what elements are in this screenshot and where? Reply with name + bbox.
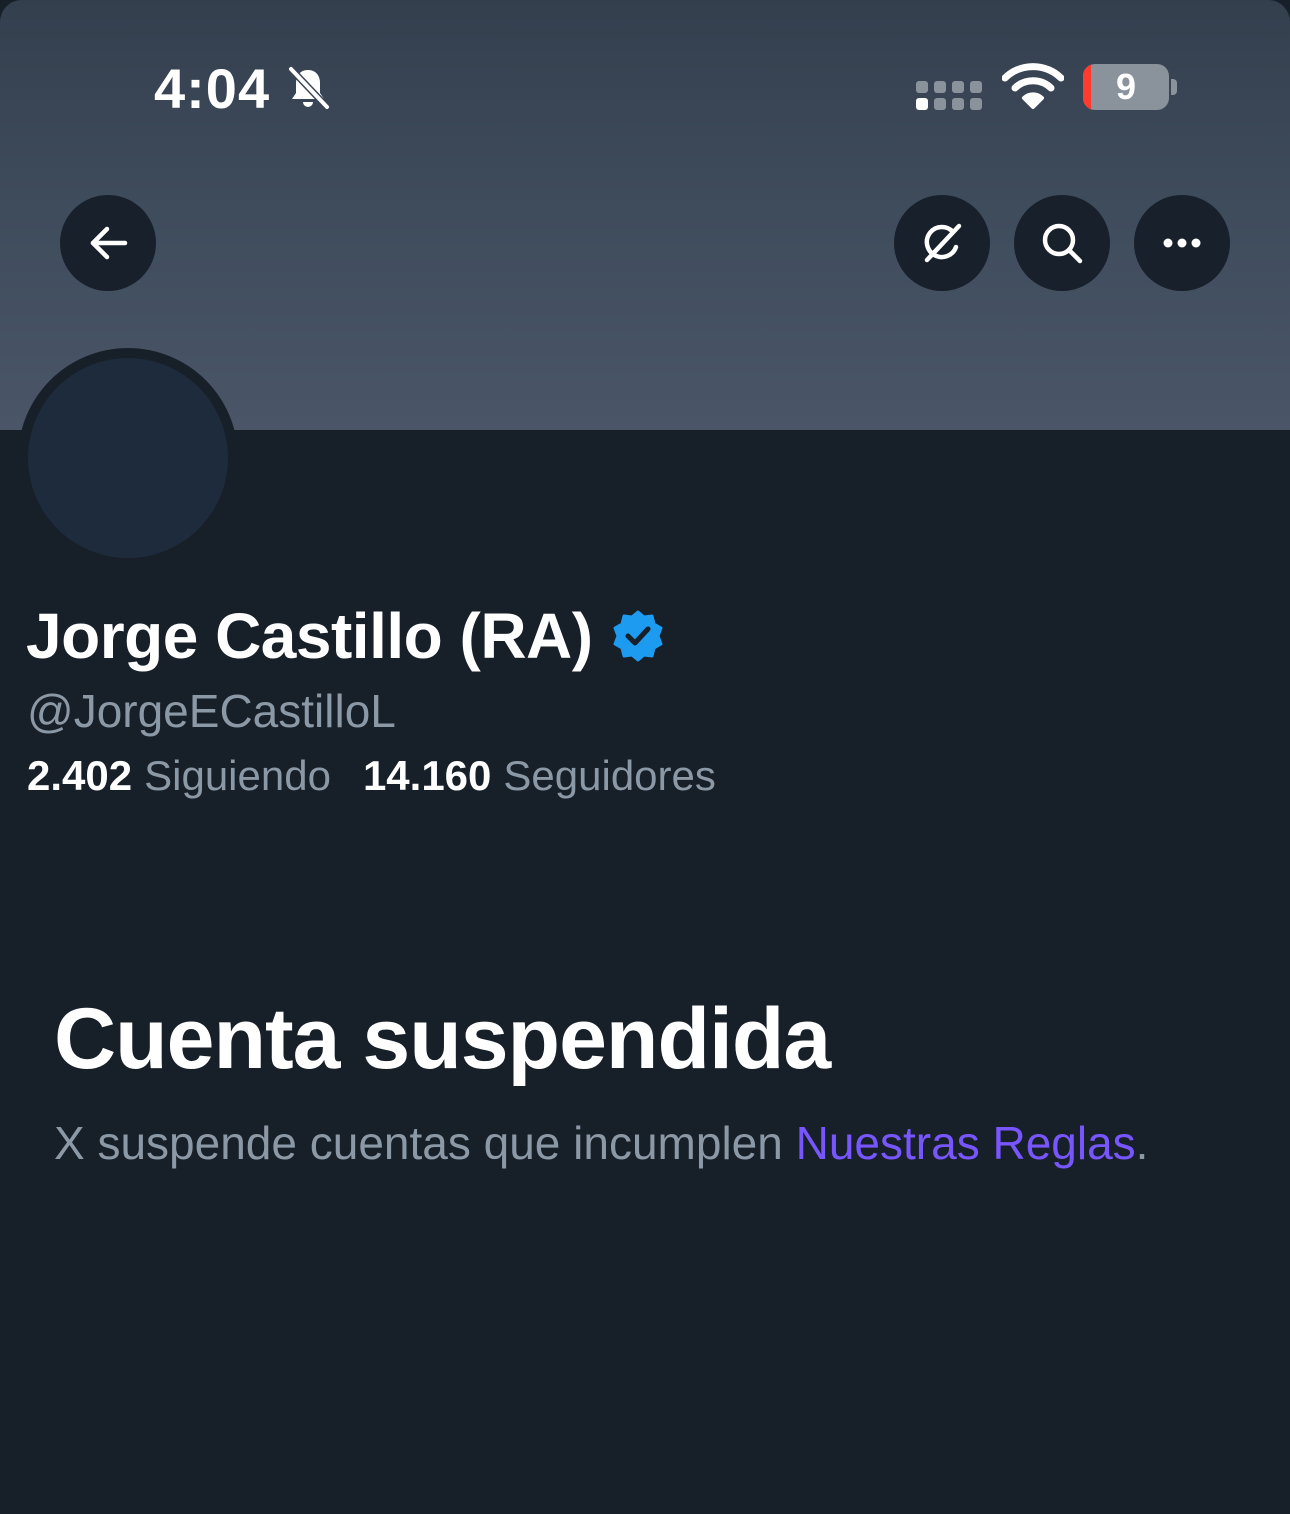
wifi-icon	[1002, 63, 1064, 109]
profile-name-row: Jorge Castillo (RA)	[26, 596, 665, 676]
more-button[interactable]	[1134, 195, 1230, 291]
followers-label: Seguidores	[503, 752, 716, 799]
rules-link[interactable]: Nuestras Reglas	[796, 1117, 1136, 1169]
following-stat[interactable]: 2.402 Siguiendo	[27, 752, 331, 800]
status-time: 4:04	[154, 57, 271, 120]
search-button[interactable]	[1014, 195, 1110, 291]
display-name: Jorge Castillo (RA)	[26, 600, 593, 672]
avatar[interactable]	[28, 358, 228, 558]
profile-handle: @JorgeECastilloL	[27, 685, 396, 737]
following-count: 2.402	[27, 752, 133, 799]
suspended-description-text: X suspende cuentas que incumplen	[54, 1117, 796, 1169]
followers-count: 14.160	[362, 752, 492, 799]
more-horizontal-icon	[1163, 238, 1201, 248]
back-button[interactable]	[60, 195, 156, 291]
suspended-description: X suspende cuentas que incumplen Nuestra…	[54, 1116, 1148, 1170]
grok-button[interactable]	[894, 195, 990, 291]
suspended-title: Cuenta suspendida	[54, 991, 831, 1087]
battery-cap	[1171, 79, 1177, 95]
cellular-signal-icon	[916, 81, 982, 110]
profile-stats: 2.402 Siguiendo 14.160 Seguidores	[27, 752, 748, 800]
grok-icon	[924, 223, 962, 263]
following-label: Siguiendo	[144, 752, 331, 799]
battery-indicator: 9	[1083, 64, 1169, 110]
verified-badge-icon[interactable]	[611, 609, 665, 663]
search-icon	[1042, 223, 1083, 264]
followers-stat[interactable]: 14.160 Seguidores	[363, 752, 716, 800]
description-period: .	[1135, 1117, 1149, 1169]
bell-slash-icon	[287, 65, 331, 111]
status-bar: 4:04 9	[0, 0, 1290, 180]
battery-level: 9	[1115, 66, 1137, 107]
arrow-left-icon	[90, 226, 128, 260]
